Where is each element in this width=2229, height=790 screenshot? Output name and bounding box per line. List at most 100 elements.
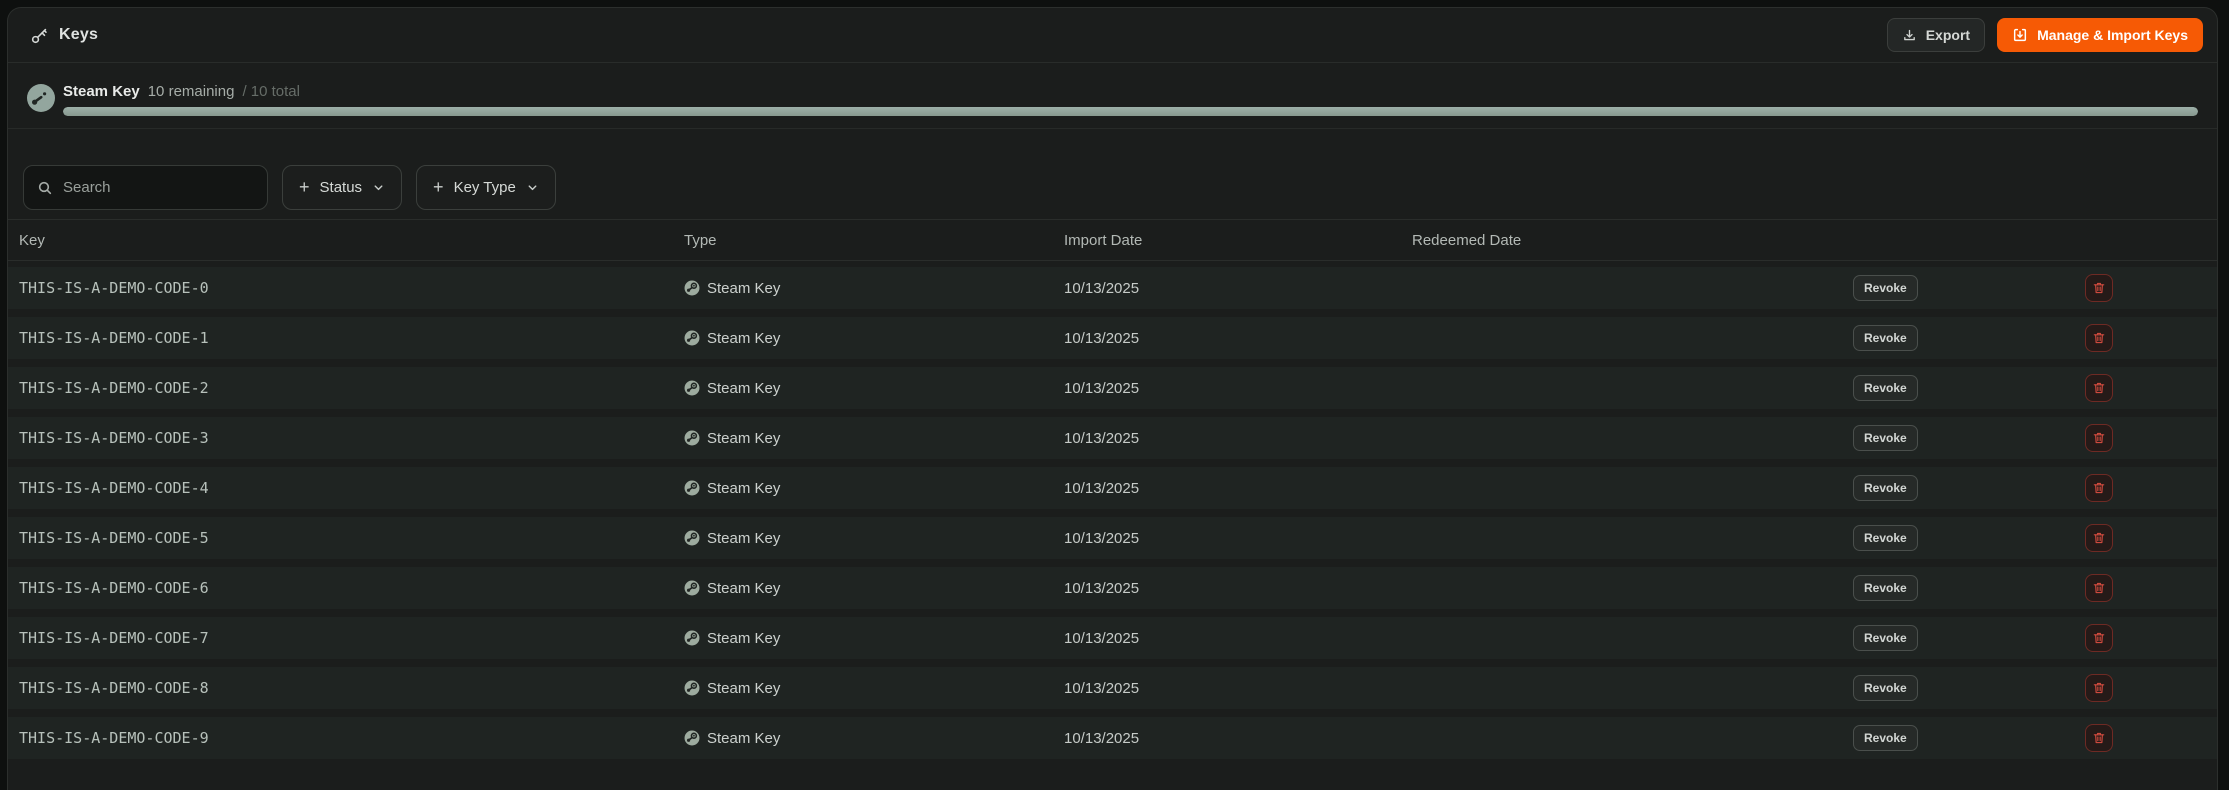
- delete-key-button[interactable]: [2085, 324, 2113, 352]
- trash-icon: [2092, 631, 2106, 645]
- key-cell: THIS-IS-A-DEMO-CODE-1: [19, 329, 209, 347]
- keys-table: Key Type Import Date Redeemed Date THIS-…: [8, 219, 2217, 759]
- key-cell: THIS-IS-A-DEMO-CODE-0: [19, 279, 209, 297]
- type-label: Steam Key: [707, 529, 781, 547]
- import-date-cell: 10/13/2025: [1064, 379, 1140, 397]
- type-cell: Steam Key: [684, 680, 1064, 697]
- revoke-button[interactable]: Revoke: [1853, 375, 1918, 401]
- type-cell: Steam Key: [684, 430, 1064, 447]
- import-date-cell: 10/13/2025: [1064, 679, 1140, 697]
- plus-icon: +: [299, 176, 310, 197]
- table-row: THIS-IS-A-DEMO-CODE-2 Steam Key 10/13/20…: [8, 367, 2217, 409]
- trash-icon: [2092, 581, 2106, 595]
- revoke-button[interactable]: Revoke: [1853, 475, 1918, 501]
- type-label: Steam Key: [707, 679, 781, 697]
- table-body: THIS-IS-A-DEMO-CODE-0 Steam Key 10/13/20…: [8, 267, 2217, 759]
- key-cell: THIS-IS-A-DEMO-CODE-2: [19, 379, 209, 397]
- steam-icon: [684, 730, 700, 746]
- search-box[interactable]: [23, 165, 268, 210]
- delete-key-button[interactable]: [2085, 274, 2113, 302]
- status-filter-button[interactable]: + Status: [282, 165, 403, 210]
- delete-key-button[interactable]: [2085, 574, 2113, 602]
- trash-icon: [2092, 731, 2106, 745]
- actions-cell: Revoke: [1853, 474, 2217, 502]
- download-icon: [1902, 28, 1917, 43]
- export-button[interactable]: Export: [1886, 18, 1986, 52]
- delete-key-button[interactable]: [2085, 674, 2113, 702]
- table-row: THIS-IS-A-DEMO-CODE-4 Steam Key 10/13/20…: [8, 467, 2217, 509]
- page-header: Keys Export Manage & Import Keys: [8, 8, 2217, 63]
- import-date-cell: 10/13/2025: [1064, 329, 1140, 347]
- type-cell: Steam Key: [684, 730, 1064, 747]
- revoke-button[interactable]: Revoke: [1853, 275, 1918, 301]
- import-icon: [2012, 27, 2028, 43]
- search-input[interactable]: [63, 179, 262, 196]
- type-label: Steam Key: [707, 729, 781, 747]
- chevron-down-icon: [372, 181, 385, 194]
- trash-icon: [2092, 281, 2106, 295]
- steam-icon: [684, 630, 700, 646]
- key-type-filter-label: Key Type: [453, 179, 516, 196]
- delete-key-button[interactable]: [2085, 524, 2113, 552]
- key-cell: THIS-IS-A-DEMO-CODE-3: [19, 429, 209, 447]
- type-label: Steam Key: [707, 579, 781, 597]
- actions-cell: Revoke: [1853, 424, 2217, 452]
- revoke-button[interactable]: Revoke: [1853, 675, 1918, 701]
- table-row: THIS-IS-A-DEMO-CODE-0 Steam Key 10/13/20…: [8, 267, 2217, 309]
- actions-cell: Revoke: [1853, 724, 2217, 752]
- import-date-cell: 10/13/2025: [1064, 279, 1140, 297]
- delete-key-button[interactable]: [2085, 724, 2113, 752]
- revoke-button[interactable]: Revoke: [1853, 325, 1918, 351]
- key-cell: THIS-IS-A-DEMO-CODE-6: [19, 579, 209, 597]
- plus-icon: +: [433, 176, 444, 197]
- summary-total: / 10 total: [242, 83, 300, 100]
- trash-icon: [2092, 481, 2106, 495]
- steam-key-summary-line: Steam Key 10 remaining / 10 total: [63, 76, 2198, 100]
- steam-icon: [684, 530, 700, 546]
- steam-key-summary-body: Steam Key 10 remaining / 10 total: [63, 76, 2198, 116]
- manage-import-keys-button[interactable]: Manage & Import Keys: [1997, 18, 2203, 52]
- type-label: Steam Key: [707, 379, 781, 397]
- revoke-button[interactable]: Revoke: [1853, 625, 1918, 651]
- trash-icon: [2092, 431, 2106, 445]
- summary-key-name: Steam Key: [63, 83, 140, 100]
- column-header-import-date: Import Date: [1064, 231, 1143, 249]
- type-cell: Steam Key: [684, 380, 1064, 397]
- key-type-filter-button[interactable]: + Key Type: [416, 165, 556, 210]
- delete-key-button[interactable]: [2085, 424, 2113, 452]
- trash-icon: [2092, 331, 2106, 345]
- steam-icon: [684, 480, 700, 496]
- delete-key-button[interactable]: [2085, 374, 2113, 402]
- steam-icon: [684, 680, 700, 696]
- export-button-label: Export: [1925, 27, 1971, 43]
- chevron-down-icon: [526, 181, 539, 194]
- delete-key-button[interactable]: [2085, 474, 2113, 502]
- keys-panel: Keys Export Manage & Import Keys Steam K…: [7, 7, 2218, 790]
- key-cell: THIS-IS-A-DEMO-CODE-4: [19, 479, 209, 497]
- filter-bar: + Status + Key Type: [23, 165, 2202, 210]
- type-cell: Steam Key: [684, 580, 1064, 597]
- column-header-key: Key: [19, 231, 45, 249]
- table-row: THIS-IS-A-DEMO-CODE-1 Steam Key 10/13/20…: [8, 317, 2217, 359]
- import-date-cell: 10/13/2025: [1064, 579, 1140, 597]
- steam-icon: [26, 83, 56, 113]
- key-icon: [30, 26, 49, 45]
- delete-key-button[interactable]: [2085, 624, 2113, 652]
- revoke-button[interactable]: Revoke: [1853, 425, 1918, 451]
- type-label: Steam Key: [707, 629, 781, 647]
- search-icon: [37, 180, 53, 196]
- revoke-button[interactable]: Revoke: [1853, 525, 1918, 551]
- table-row: THIS-IS-A-DEMO-CODE-3 Steam Key 10/13/20…: [8, 417, 2217, 459]
- steam-key-progress-track: [63, 107, 2198, 116]
- table-row: THIS-IS-A-DEMO-CODE-6 Steam Key 10/13/20…: [8, 567, 2217, 609]
- table-row: THIS-IS-A-DEMO-CODE-5 Steam Key 10/13/20…: [8, 517, 2217, 559]
- steam-icon: [684, 380, 700, 396]
- key-cell: THIS-IS-A-DEMO-CODE-5: [19, 529, 209, 547]
- revoke-button[interactable]: Revoke: [1853, 725, 1918, 751]
- actions-cell: Revoke: [1853, 524, 2217, 552]
- actions-cell: Revoke: [1853, 374, 2217, 402]
- actions-cell: Revoke: [1853, 274, 2217, 302]
- trash-icon: [2092, 381, 2106, 395]
- revoke-button[interactable]: Revoke: [1853, 575, 1918, 601]
- type-label: Steam Key: [707, 429, 781, 447]
